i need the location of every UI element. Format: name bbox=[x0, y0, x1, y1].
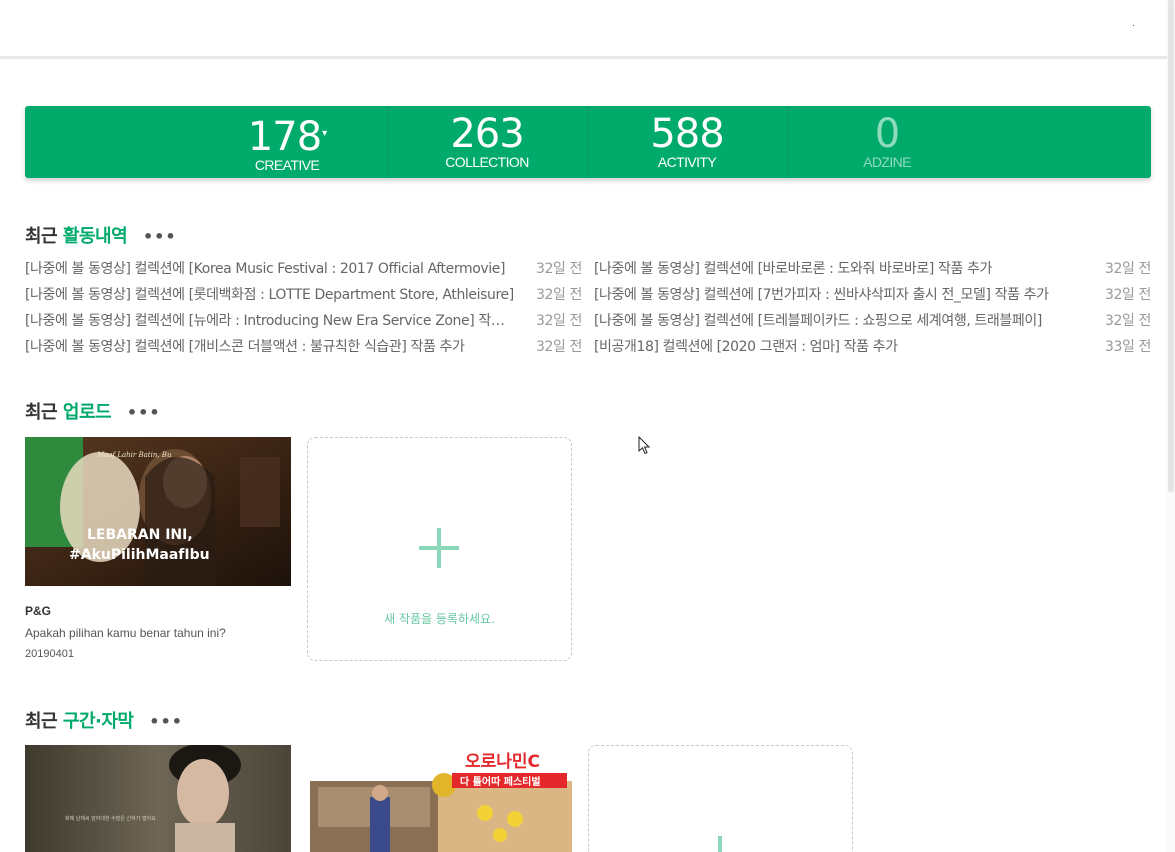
header-marker: . bbox=[1132, 18, 1135, 29]
activity-text[interactable]: [비공개18] 컬렉션에 [2020 그랜저 : 엄마] 작품 추가 bbox=[594, 336, 1084, 358]
stats-bar: 178▾ CREATIVE 263 COLLECTION 588 ACTIVIT… bbox=[25, 106, 1151, 178]
clip-card[interactable]: 오로나민C 다 틀어따 페스티벌 bbox=[310, 745, 576, 852]
top-header: . bbox=[0, 0, 1175, 59]
clip-thumbnail[interactable]: 화제 남재씨 앞어대한 수많은 신하가 벌어요 bbox=[25, 745, 291, 852]
section-prefix: 최근 bbox=[25, 226, 58, 247]
thumb-headline-1: LEBARAN INI, bbox=[87, 527, 193, 543]
scrollbar-thumb[interactable] bbox=[1168, 0, 1174, 492]
section-prefix: 최근 bbox=[25, 711, 58, 732]
clip-thumbnail-image: 오로나민C 다 틀어따 페스티벌 bbox=[310, 745, 572, 852]
stat-activity[interactable]: 588 ACTIVITY bbox=[587, 106, 787, 178]
stat-activity-value: 588 bbox=[650, 111, 724, 157]
section-accent: 구간·자막 bbox=[62, 711, 134, 732]
upload-brand: P&G bbox=[25, 604, 52, 618]
add-clip-button[interactable] bbox=[588, 745, 853, 852]
stat-collection-value: 263 bbox=[450, 111, 524, 157]
activity-item[interactable]: [나중에 볼 동영상] 컬렉션에 [트레블페이카드 : 쇼핑으로 세계여행, 트… bbox=[594, 310, 1151, 336]
upload-thumbnail[interactable]: Maaf Lahir Batin, Bu LEBARAN INI, #AkuPi… bbox=[25, 437, 291, 586]
section-prefix: 최근 bbox=[25, 402, 58, 423]
activity-time: 33일 전 bbox=[1104, 339, 1151, 355]
plus-icon bbox=[700, 836, 740, 852]
activity-text[interactable]: [나중에 볼 동영상] 컬렉션에 [바로바로론 : 도와줘 바로바로] 작품 추… bbox=[594, 258, 1084, 280]
plus-icon bbox=[419, 528, 459, 568]
clip-title: 오로나민C bbox=[465, 752, 540, 772]
add-work-button[interactable]: 새 작품을 등록하세요. bbox=[307, 437, 572, 661]
stat-adzine-value: 0 bbox=[874, 111, 900, 157]
activity-time: 32일 전 bbox=[535, 261, 582, 277]
activity-time: 32일 전 bbox=[1104, 261, 1151, 277]
activity-item[interactable]: [나중에 볼 동영상] 컬렉션에 [Korea Music Festival :… bbox=[25, 258, 582, 284]
activity-time: 32일 전 bbox=[1104, 313, 1151, 329]
section-title-clips: 최근 구간·자막 ••• bbox=[25, 707, 183, 733]
clip-thumbnail-image: 화제 남재씨 앞어대한 수많은 신하가 벌어요 bbox=[25, 745, 291, 852]
activity-list-left: [나중에 볼 동영상] 컬렉션에 [Korea Music Festival :… bbox=[25, 258, 582, 362]
more-icon[interactable]: ••• bbox=[143, 227, 177, 246]
section-title-upload: 최근 업로드 ••• bbox=[25, 398, 161, 424]
clip-card[interactable]: 화제 남재씨 앞어대한 수많은 신하가 벌어요 bbox=[25, 745, 291, 852]
thumb-logo-text: Maaf Lahir Batin, Bu bbox=[96, 451, 172, 459]
stat-creative[interactable]: 178▾ CREATIVE bbox=[187, 106, 387, 178]
upload-date: 20190401 bbox=[25, 648, 74, 660]
activity-item[interactable]: [나중에 볼 동영상] 컬렉션에 [개비스콘 더블액션 : 불규칙한 식습관] … bbox=[25, 336, 582, 362]
stat-adzine[interactable]: 0 ADZINE bbox=[787, 106, 987, 178]
scrollbar[interactable] bbox=[1167, 0, 1175, 852]
clip-thumbnail[interactable]: 오로나민C 다 틀어따 페스티벌 bbox=[310, 745, 572, 852]
more-icon[interactable]: ••• bbox=[127, 403, 161, 422]
activity-text[interactable]: [나중에 볼 동영상] 컬렉션에 [7번가피자 : 씬바샤삭피자 출시 전_모델… bbox=[594, 284, 1084, 306]
clip-banner: 다 틀어따 페스티벌 bbox=[460, 775, 541, 788]
activity-text[interactable]: [나중에 볼 동영상] 컬렉션에 [롯데백화점 : LOTTE Departme… bbox=[25, 284, 515, 306]
activity-time: 32일 전 bbox=[535, 313, 582, 329]
activity-time: 32일 전 bbox=[535, 339, 582, 355]
upload-description[interactable]: Apakah pilihan kamu benar tahun ini? bbox=[25, 626, 291, 640]
thumb-headline-2: #AkuPilihMaafIbu bbox=[69, 547, 210, 563]
activity-item[interactable]: [나중에 볼 동영상] 컬렉션에 [뉴에라 : Introducing New … bbox=[25, 310, 582, 336]
more-icon[interactable]: ••• bbox=[149, 712, 183, 731]
stat-activity-label: ACTIVITY bbox=[657, 154, 717, 170]
stat-creative-label: CREATIVE bbox=[254, 157, 320, 173]
activity-list-right: [나중에 볼 동영상] 컬렉션에 [바로바로론 : 도와줘 바로바로] 작품 추… bbox=[594, 258, 1151, 362]
upload-thumbnail-image: Maaf Lahir Batin, Bu LEBARAN INI, #AkuPi… bbox=[25, 437, 291, 586]
caret-down-icon[interactable]: ▾ bbox=[322, 128, 327, 139]
section-accent: 업로드 bbox=[62, 402, 112, 423]
add-work-label: 새 작품을 등록하세요. bbox=[384, 612, 495, 626]
activity-item[interactable]: [나중에 볼 동영상] 컬렉션에 [7번가피자 : 씬바샤삭피자 출시 전_모델… bbox=[594, 284, 1151, 310]
activity-time: 32일 전 bbox=[535, 287, 582, 303]
stat-collection-label: COLLECTION bbox=[445, 154, 529, 170]
section-accent: 활동내역 bbox=[62, 226, 128, 247]
activity-item[interactable]: [비공개18] 컬렉션에 [2020 그랜저 : 엄마] 작품 추가 33일 전 bbox=[594, 336, 1151, 362]
activity-item[interactable]: [나중에 볼 동영상] 컬렉션에 [롯데백화점 : LOTTE Departme… bbox=[25, 284, 582, 310]
activity-text[interactable]: [나중에 볼 동영상] 컬렉션에 [개비스콘 더블액션 : 불규칙한 식습관] … bbox=[25, 336, 515, 358]
clip-caption: 화제 남재씨 앞어대한 수많은 신하가 벌어요 bbox=[65, 815, 156, 822]
activity-text[interactable]: [나중에 볼 동영상] 컬렉션에 [트레블페이카드 : 쇼핑으로 세계여행, 트… bbox=[594, 310, 1084, 332]
activity-text[interactable]: [나중에 볼 동영상] 컬렉션에 [Korea Music Festival :… bbox=[25, 258, 515, 280]
section-title-activity: 최근 활동내역 ••• bbox=[25, 222, 177, 248]
activity-text[interactable]: [나중에 볼 동영상] 컬렉션에 [뉴에라 : Introducing New … bbox=[25, 310, 515, 332]
activity-item[interactable]: [나중에 볼 동영상] 컬렉션에 [바로바로론 : 도와줘 바로바로] 작품 추… bbox=[594, 258, 1151, 284]
mouse-cursor-icon bbox=[638, 436, 651, 455]
activity-time: 32일 전 bbox=[1104, 287, 1151, 303]
stat-creative-value: 178▾ bbox=[247, 114, 327, 160]
stat-collection[interactable]: 263 COLLECTION bbox=[387, 106, 587, 178]
stat-adzine-label: ADZINE bbox=[863, 154, 911, 170]
upload-card[interactable]: Maaf Lahir Batin, Bu LEBARAN INI, #AkuPi… bbox=[25, 437, 291, 660]
